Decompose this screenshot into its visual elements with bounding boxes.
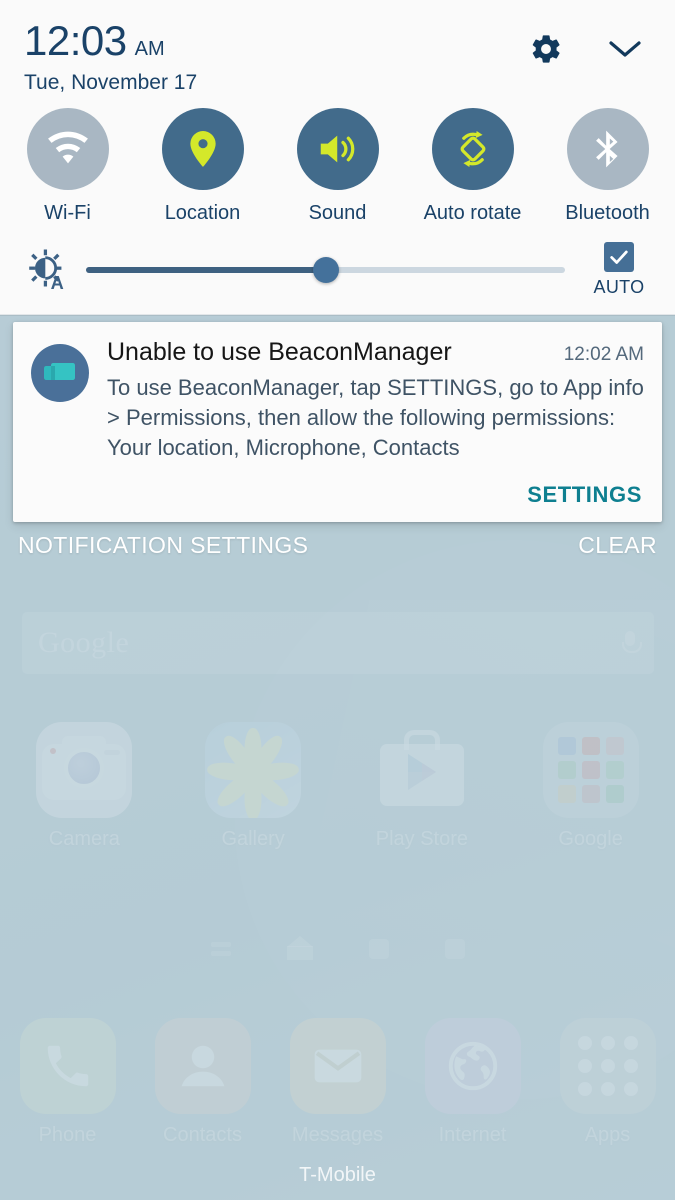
auto-brightness-toggle[interactable]: AUTO [583,242,655,298]
volume-up-icon [296,108,379,190]
slider-fill [86,267,326,274]
location-pin-icon [161,108,244,190]
wifi-icon [26,108,109,190]
notification-card[interactable]: Unable to use BeaconManager 12:02 AM To … [13,322,662,523]
auto-rotate-icon [431,108,514,190]
toggle-bluetooth[interactable]: Bluetooth [540,108,675,224]
notification-settings-button[interactable]: NOTIFICATION SETTINGS [18,532,308,559]
carrier-label: T-Mobile [299,1164,376,1186]
toggle-auto-rotate[interactable]: Auto rotate [405,108,540,224]
bluetooth-icon [566,108,649,190]
notification-text: To use BeaconManager, tap SETTINGS, go t… [107,375,644,460]
auto-checkbox[interactable] [604,242,634,273]
gear-icon[interactable] [529,32,563,66]
chevron-down-icon[interactable] [607,37,643,61]
brightness-row: A AUTO [0,232,675,316]
auto-label: AUTO [593,277,645,298]
shade-header: 12:03 AM Tue, November 17 [0,20,675,102]
toggle-wifi[interactable]: Wi-Fi [0,108,135,224]
clock-date: Tue, November 17 [24,71,198,94]
clock-ampm: AM [134,38,165,60]
quick-settings-panel: 12:03 AM Tue, November 17 Wi-Fi Location… [0,0,675,316]
toggle-location[interactable]: Location [135,108,270,224]
clock-time: 12:03 [24,17,127,64]
notification-actions: SETTINGS [31,482,644,512]
shade-footer: NOTIFICATION SETTINGS CLEAR [0,522,675,573]
notification-shade: 12:03 AM Tue, November 17 Wi-Fi Location… [0,0,675,573]
clock-block: 12:03 AM Tue, November 17 [24,20,529,95]
toggle-label: Auto rotate [423,202,522,224]
quick-settings-toggles: Wi-Fi Location Sound Auto rotate Bluetoo… [0,102,675,232]
auto-brightness-icon[interactable]: A [20,247,76,293]
notification-title: Unable to use BeaconManager [107,338,452,367]
toggle-label: Bluetooth [565,202,650,224]
toggle-label: Wi-Fi [44,202,91,224]
notification-list: Unable to use BeaconManager 12:02 AM To … [0,315,675,523]
header-icons [529,20,651,66]
brightness-slider[interactable] [86,255,565,285]
beacon-manager-icon [31,344,89,403]
toggle-sound[interactable]: Sound [270,108,405,224]
svg-text:A: A [51,274,64,294]
clear-button[interactable]: CLEAR [578,532,657,559]
toggle-label: Location [164,202,241,224]
notification-timestamp: 12:02 AM [563,344,644,366]
slider-thumb[interactable] [312,257,339,284]
settings-action-button[interactable]: SETTINGS [527,482,642,508]
toggle-label: Sound [308,202,367,224]
